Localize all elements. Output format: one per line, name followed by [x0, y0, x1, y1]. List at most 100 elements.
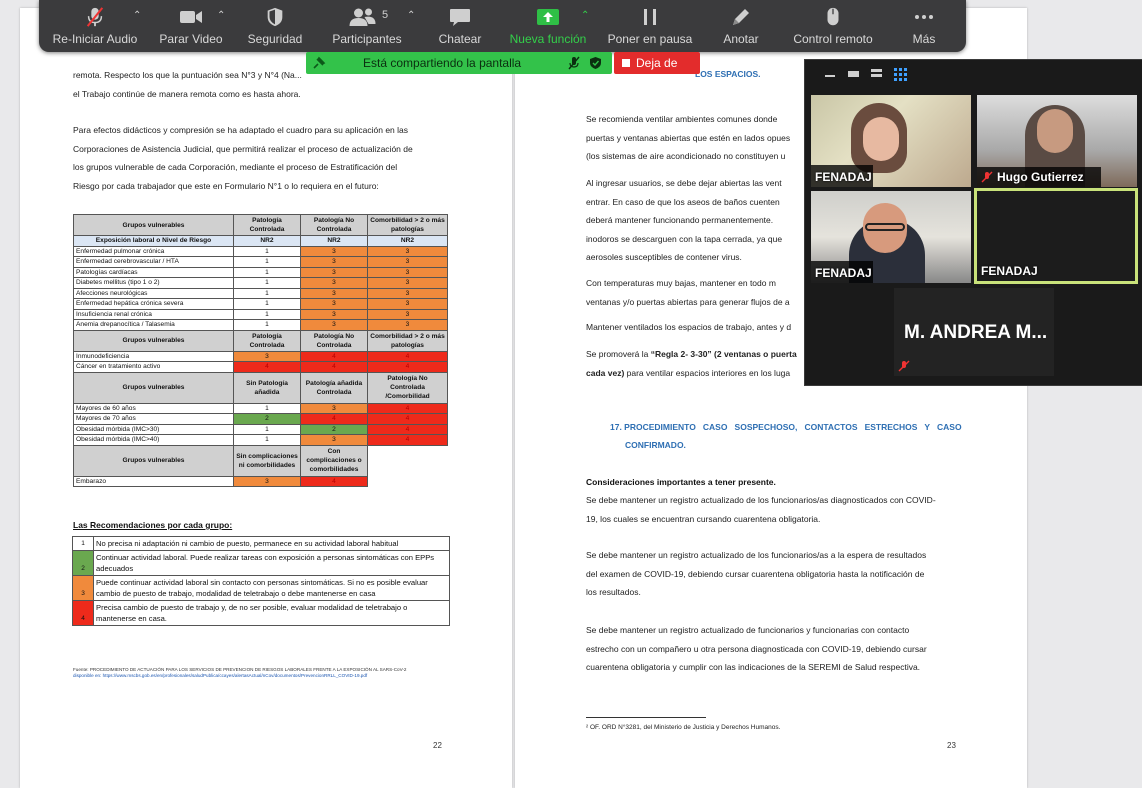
- more-button[interactable]: Más: [897, 0, 951, 52]
- header-cell: Patología No Controlada: [300, 214, 368, 236]
- source-link[interactable]: disponible en: https://www.mscbs.gob.es/…: [73, 673, 367, 678]
- text-fragment: Se promoverá la: [586, 349, 651, 359]
- meeting-toolbar: Re-Iniciar Audio ⌃ Parar Video ⌃ Segurid…: [39, 0, 966, 52]
- risk-level-cell: 1: [233, 277, 301, 289]
- table-header-row: Grupos vulnerables Patología Controlada …: [73, 329, 448, 352]
- consideration-2: Se debe mantener un registro actualizado…: [586, 546, 966, 602]
- footnote: ² OF. ORD N°3281, del Ministerio de Just…: [586, 724, 781, 731]
- view-speaker-icon[interactable]: [848, 71, 859, 77]
- view-gallery-icon[interactable]: [894, 68, 907, 81]
- risk-level-cell: 3: [300, 287, 368, 299]
- row-label-cell: Insuficiencia renal crónica: [73, 308, 234, 320]
- mic-muted-icon: [568, 56, 580, 70]
- table-row: Cáncer en tratamiento activo 4 4 4: [73, 361, 448, 373]
- row-label-cell: Obesidad mórbida (IMC>30): [73, 423, 234, 435]
- sharing-text: Está compartiendo la pantalla: [363, 56, 522, 70]
- minimize-icon[interactable]: [825, 75, 835, 77]
- row-label-cell: Afecciones neurológicas: [73, 287, 234, 299]
- text-line: los grupos vulnerable de cada Corporació…: [73, 162, 398, 172]
- video-label: Parar Video: [159, 32, 223, 46]
- annotate-button[interactable]: Anotar: [711, 0, 771, 52]
- participants-label: Participantes: [332, 32, 402, 46]
- risk-level-cell: 4: [300, 413, 368, 425]
- risk-level-cell: 3: [367, 319, 448, 331]
- video-button[interactable]: Parar Video: [151, 0, 231, 52]
- risk-level-cell: 3: [233, 350, 301, 362]
- participant-name: FENADAJ: [981, 264, 1038, 278]
- text-fragment: para ventilar espacios interiores en los…: [624, 367, 791, 378]
- text-line: estrecho con un compañero u otra persona…: [586, 643, 927, 654]
- chat-button[interactable]: Chatear: [429, 0, 491, 52]
- chevron-up-icon[interactable]: ⌃: [581, 10, 589, 21]
- participant-name: FENADAJ: [815, 266, 872, 280]
- participant-tile[interactable]: Hugo Gutierrez: [977, 95, 1137, 187]
- text-line: Se debe mantener un registro actualizado…: [586, 495, 936, 505]
- risk-level-cell: 3: [367, 245, 448, 257]
- sharing-banner[interactable]: Está compartiendo la pantalla: [306, 52, 612, 74]
- stop-share-button[interactable]: Deja de: [614, 52, 700, 74]
- table-row: Mayores de 70 años 2 4 4: [73, 413, 448, 425]
- participants-button[interactable]: 5 Participantes: [324, 0, 410, 52]
- table-section-1: Enfermedad pulmonar crónica 1 3 3 Enfermedad…: [73, 245, 448, 331]
- risk-level-cell: 1: [233, 402, 301, 414]
- header-cell: Patología Controlada: [233, 214, 301, 236]
- security-button[interactable]: Seguridad: [238, 0, 312, 52]
- chevron-up-icon[interactable]: ⌃: [133, 10, 141, 21]
- risk-level-cell: 4: [367, 434, 448, 446]
- view-strip-icon[interactable]: [871, 69, 882, 78]
- audio-button[interactable]: Re-Iniciar Audio: [43, 0, 147, 52]
- chevron-up-icon[interactable]: ⌃: [407, 10, 415, 21]
- remote-control-button[interactable]: Control remoto: [783, 0, 883, 52]
- header-cell: Comorbilidad > 2 o más patologías: [367, 329, 448, 352]
- row-label-cell: Embarazo: [73, 475, 234, 487]
- participant-face: [863, 117, 899, 161]
- empty-cell: [367, 445, 448, 476]
- video-camera-icon: [180, 11, 202, 23]
- annotate-label: Anotar: [723, 32, 759, 46]
- header-cell: Patología añadida Controlada: [300, 371, 368, 404]
- participant-face: [1037, 109, 1073, 153]
- risk-level-cell: 3: [367, 277, 448, 289]
- header-cell: NR2: [233, 235, 301, 247]
- page-number: 22: [433, 741, 442, 750]
- chevron-up-icon[interactable]: ⌃: [217, 10, 225, 21]
- header-cell: Patología No Controlada: [300, 329, 368, 352]
- participant-tile-active[interactable]: FENADAJ: [974, 188, 1138, 284]
- footnote-divider: [586, 717, 706, 718]
- rule-name: “Regla 2- 3-30” (2 ventanas o puerta: [650, 349, 797, 359]
- text-line: cuarentena obligatoria y cumplir con las…: [586, 662, 921, 672]
- risk-level-cell: 1: [233, 434, 301, 446]
- section-heading-17-cont: CONFIRMADO.: [625, 440, 686, 450]
- row-label-cell: Patologías cardíacas: [73, 266, 234, 278]
- header-cell: Sin Patología añadida: [233, 371, 301, 404]
- section-heading-17: 17. PROCEDIMIENTO CASO SOSPECHOSO, CONTA…: [610, 422, 962, 432]
- risk-level-cell: 3: [300, 434, 368, 446]
- risk-level-cell: 3: [367, 256, 448, 268]
- participant-name-large: M. ANDREA M...: [904, 322, 1048, 343]
- risk-level-cell: 1: [233, 319, 301, 331]
- risk-level-cell: 3: [300, 277, 368, 289]
- participant-name: Hugo Gutierrez: [997, 170, 1084, 184]
- table-row: Obesidad mórbida (IMC>30) 1 2 4: [73, 423, 448, 435]
- section-heading-fragment: LOS ESPACIOS.: [695, 69, 761, 79]
- header-cell: Grupos vulnerables: [73, 371, 234, 404]
- recommendation-row: 1 No precisa ni adaptación ni cambio de p…: [72, 536, 450, 551]
- participant-tile[interactable]: M. ANDREA M...: [894, 288, 1054, 376]
- text-line: 19, los cuales se encuentran cursando cu…: [586, 513, 821, 524]
- table-header-row: Grupos vulnerables Patología Controlada …: [73, 214, 448, 236]
- text-line: Se debe mantener un registro actualizado…: [586, 550, 927, 560]
- risk-level-cell: 3: [300, 308, 368, 320]
- remote-label: Control remoto: [793, 32, 873, 46]
- exposure-row: Exposición laboral o Nivel de Riesgo NR2…: [73, 235, 448, 247]
- shield-icon: [267, 7, 283, 27]
- participants-count: 5: [382, 9, 389, 21]
- mouse-icon: [827, 7, 839, 26]
- pause-share-button[interactable]: Poner en pausa: [603, 0, 697, 52]
- participant-tile[interactable]: FENADAJ: [811, 95, 971, 187]
- risk-level-cell: 1: [233, 423, 301, 435]
- participant-tile[interactable]: FENADAJ: [811, 191, 971, 283]
- row-label-cell: Mayores de 60 años: [73, 402, 234, 414]
- share-screen-button[interactable]: Nueva función: [501, 0, 595, 52]
- pin-icon[interactable]: [312, 56, 326, 70]
- share-screen-icon: [537, 9, 559, 25]
